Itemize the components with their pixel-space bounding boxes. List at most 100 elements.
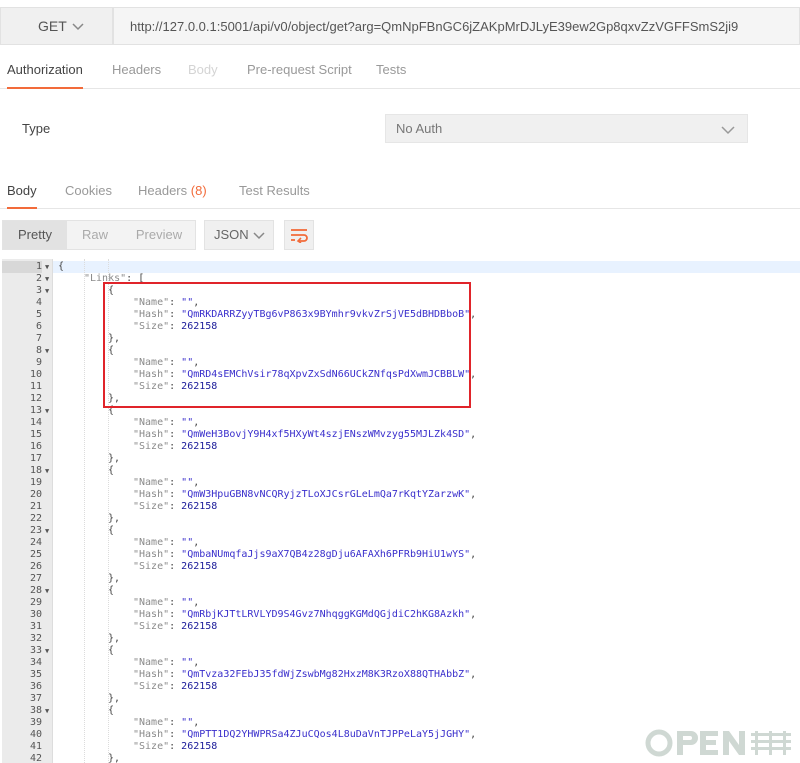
view-pretty-button[interactable]: Pretty [3,221,67,249]
json-string: "" [181,477,194,488]
chevron-down-icon [721,126,735,135]
code-line: "Name": "", [133,657,199,669]
tab-response-headers-label: Headers [138,183,188,198]
method-select[interactable]: GET [0,7,113,45]
code-line: }, [108,693,120,705]
json-key: "Size" [133,381,170,392]
code-line: "Hash": "QmWeH3BovjY9H4xf5HXyWt4szjENszW… [133,429,476,441]
code-token: : [169,441,182,452]
json-hash-value: "QmbaNUmqfaJjs9aX7QB4z28gDju6AFAXh6PFRb9… [181,549,471,560]
url-input[interactable]: http://127.0.0.1:5001/api/v0/object/get?… [113,7,800,45]
json-key: "Name" [133,357,170,368]
json-hash-value: "QmTvza32FEbJ35fdWjZswbMg82HxzM8K3RzoX88… [181,669,471,680]
json-string: "" [181,657,194,668]
chevron-down-icon [72,23,84,31]
json-key: "Hash" [133,309,170,320]
code-token: : [169,321,182,332]
code-line: "Name": "", [133,357,199,369]
response-tabs: Body Cookies Headers (8) Test Results [0,174,800,209]
code-line: "Size": 262158 [133,381,217,393]
code-token: , [193,597,200,608]
json-string: "" [181,417,194,428]
code-line: "Hash": "QmRD4sEMChVsir78qXpvZxSdN66UCkZ… [133,369,476,381]
request-tabs: Authorization Headers Body Pre-request S… [0,52,800,89]
code-content: {"Links": [{"Name": "", "Hash": "QmRKDARR… [0,259,800,763]
code-token: : [169,381,182,392]
wrap-lines-button[interactable] [284,220,314,250]
code-line: "Size": 262158 [133,501,217,513]
code-line: "Size": 262158 [133,561,217,573]
json-hash-value: "QmW3HpuGBN8vNCQRyjzTLoXJCsrGLeLmQa7rKqt… [181,489,471,500]
format-select[interactable]: JSON [204,220,274,250]
code-token: , [193,357,200,368]
open-logo-watermark [645,729,791,757]
code-token: : [169,309,182,320]
code-token: { [108,705,115,716]
code-token: : [169,657,182,668]
code-token: , [193,477,200,488]
code-line: "Size": 262158 [133,621,217,633]
tab-tests[interactable]: Tests [376,52,406,88]
code-line: { [108,345,114,357]
json-key: "Name" [133,537,170,548]
code-token: , [470,609,477,620]
json-key: "Name" [133,717,170,728]
tab-authorization[interactable]: Authorization [7,52,83,89]
auth-type-label: Type [22,121,51,136]
code-token: : [169,429,182,440]
view-preview-button[interactable]: Preview [123,221,195,249]
json-hash-value: "QmWeH3BovjY9H4xf5HXyWt4szjENszWMvzyg55M… [181,429,471,440]
json-number: 262158 [181,501,218,512]
code-line: "Size": 262158 [133,321,217,333]
code-token: : [169,357,182,368]
json-number: 262158 [181,621,218,632]
code-token: { [58,261,65,272]
code-line: }, [108,333,120,345]
code-line: { [108,405,114,417]
json-string: "" [181,597,194,608]
method-label: GET [38,18,67,34]
code-line: "Name": "", [133,597,199,609]
tab-body[interactable]: Body [188,52,218,88]
code-line: "Size": 262158 [133,741,217,753]
code-token: : [169,477,182,488]
tab-response-headers[interactable]: Headers (8) [138,174,207,208]
tab-headers[interactable]: Headers [112,52,161,88]
code-token: : [169,597,182,608]
json-key: "Name" [133,477,170,488]
json-key: "Hash" [133,549,170,560]
json-number: 262158 [181,561,218,572]
code-token: : [169,681,182,692]
code-token: }, [108,393,121,404]
json-key: "Hash" [133,669,170,680]
tab-test-results[interactable]: Test Results [239,174,310,208]
view-raw-button[interactable]: Raw [67,221,123,249]
json-key: "Size" [133,561,170,572]
json-string: "" [181,297,194,308]
code-line: { [108,585,114,597]
code-line: }, [108,393,120,405]
code-token: : [169,297,182,308]
code-token: { [108,585,115,596]
json-key: "Hash" [133,489,170,500]
json-number: 262158 [181,381,218,392]
code-token: , [470,429,477,440]
code-token: , [470,729,477,740]
code-token: : [169,717,182,728]
code-token: , [193,537,200,548]
tab-response-cookies[interactable]: Cookies [65,174,112,208]
chevron-down-icon [253,232,265,240]
tab-response-body[interactable]: Body [7,174,37,209]
code-token: }, [108,693,121,704]
code-token: : [169,549,182,560]
response-body-editor[interactable]: 1 ▼ 2 ▼ 3 ▼ 4 5 6 7 8 ▼ 9 10 11 12 13 ▼ 14 15 16 17 18 ▼ 19 20 21 2… [0,259,800,763]
auth-type-select[interactable]: No Auth [385,114,748,143]
json-hash-value: "QmRbjKJTtLRVLYD9S4Gvz7NhqggKGMdQGjdiC2h… [181,609,471,620]
code-line: { [108,645,114,657]
json-hash-value: "QmPTT1DQ2YHWPRSa4ZJuCQos4L8uDaVnTJPPeLa… [181,729,471,740]
code-token: : [169,741,182,752]
code-token: }, [108,573,121,584]
code-line: { [108,285,114,297]
tab-pre-request-script[interactable]: Pre-request Script [247,52,352,88]
code-line: "Name": "", [133,297,199,309]
